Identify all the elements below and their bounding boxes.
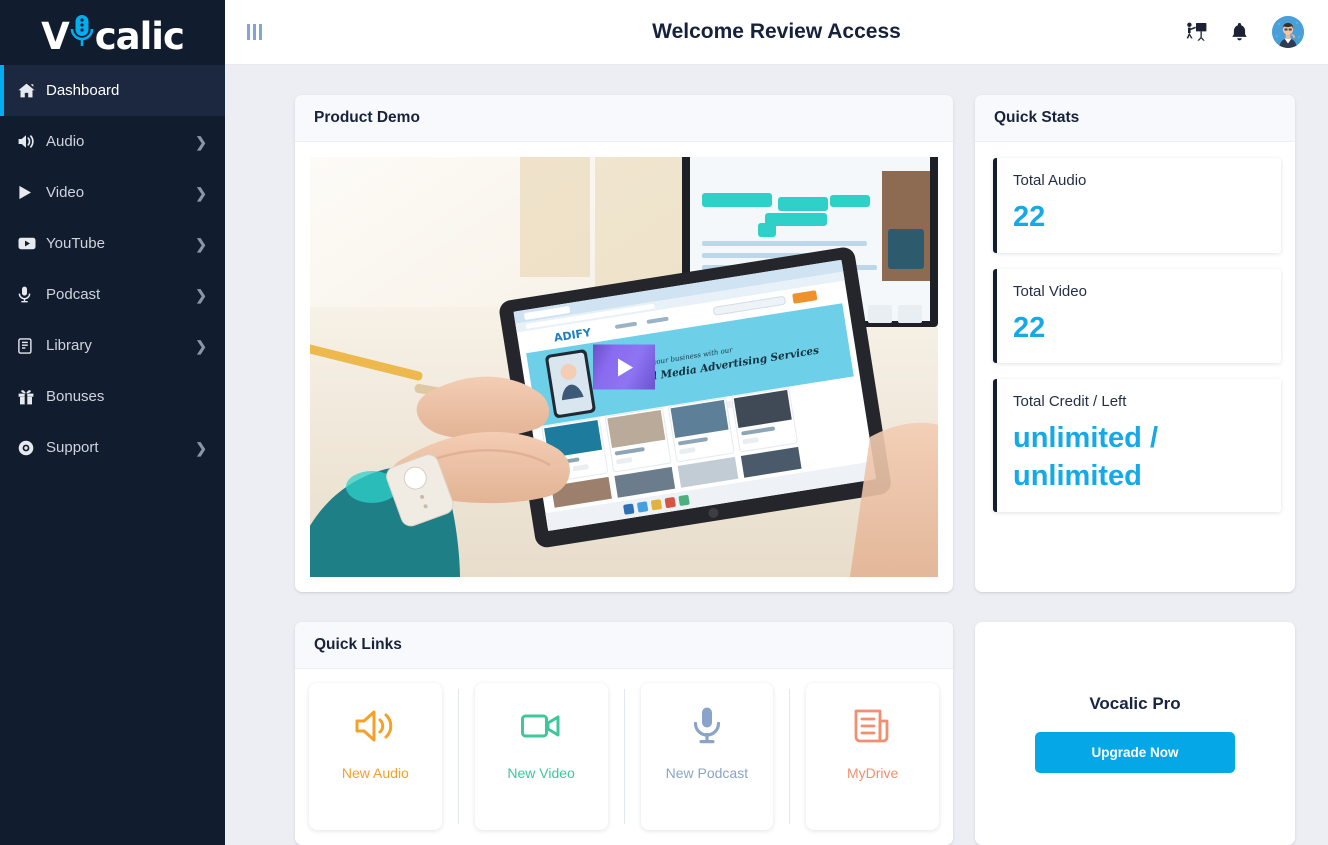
sidebar: V calic Dashboard Audio ❯ Video ❯ YouTub… xyxy=(0,0,225,845)
gift-icon xyxy=(18,388,38,406)
topbar-actions xyxy=(1185,16,1304,48)
chevron-right-icon: ❯ xyxy=(195,184,207,201)
newspaper-icon xyxy=(853,705,893,747)
logo-text-part2: calic xyxy=(94,14,185,58)
presentation-training-icon[interactable] xyxy=(1185,22,1207,42)
book-icon xyxy=(18,337,38,355)
stat-total-audio: Total Audio 22 xyxy=(993,158,1281,253)
upgrade-now-button[interactable]: Upgrade Now xyxy=(1035,732,1235,773)
app-root: V calic Dashboard Audio ❯ Video ❯ YouTub… xyxy=(0,0,1328,845)
divider xyxy=(457,689,459,824)
quick-links-list: New Audio New Video New Podcast MyDrive xyxy=(295,669,953,845)
stat-total-credit: Total Credit / Left unlimited / unlimite… xyxy=(993,379,1281,512)
chevron-right-icon: ❯ xyxy=(195,337,207,354)
chevron-right-icon: ❯ xyxy=(195,439,207,456)
sidebar-item-dashboard[interactable]: Dashboard xyxy=(0,65,225,116)
quick-link-label: MyDrive xyxy=(846,765,899,781)
stat-label: Total Video xyxy=(1013,282,1087,300)
sidebar-item-label: Support xyxy=(46,439,99,456)
stat-label: Total Audio xyxy=(1013,172,1087,189)
sidebar-item-bonuses[interactable]: Bonuses xyxy=(0,371,225,422)
stat-value: unlimited / unlimited xyxy=(1013,422,1158,493)
dashboard-content: Product Demo ADIFY Grow your business wi… xyxy=(225,65,1328,845)
logo-text-part1: V xyxy=(41,14,70,58)
sidebar-nav: Dashboard Audio ❯ Video ❯ YouTube ❯ Podc… xyxy=(0,65,225,473)
sidebar-item-library[interactable]: Library ❯ xyxy=(0,320,225,371)
sidebar-item-label: Bonuses xyxy=(46,388,105,405)
sidebar-item-label: Podcast xyxy=(46,286,101,303)
sidebar-item-youtube[interactable]: YouTube ❯ xyxy=(0,218,225,269)
sidebar-item-label: YouTube xyxy=(46,235,105,252)
sidebar-item-podcast[interactable]: Podcast ❯ xyxy=(0,269,225,320)
logo[interactable]: V calic xyxy=(0,0,225,65)
sidebar-item-label: Video xyxy=(46,184,85,201)
quick-link-new-video[interactable]: New Video xyxy=(474,683,608,830)
product-demo-video[interactable]: ADIFY Grow your business with our Social… xyxy=(310,157,938,577)
volume-up-icon xyxy=(354,705,396,747)
product-demo-title: Product Demo xyxy=(295,95,953,142)
microphone-icon xyxy=(69,11,95,49)
quick-stats-list: Total Audio 22 Total Video 22 Total Cred… xyxy=(975,142,1295,528)
sidebar-toggle-icon[interactable] xyxy=(247,21,269,43)
home-icon xyxy=(18,82,38,100)
sidebar-item-support[interactable]: Support ❯ xyxy=(0,422,225,473)
quick-link-new-podcast[interactable]: New Podcast xyxy=(640,683,774,830)
stat-value: 22 xyxy=(1013,311,1046,344)
stat-value: 22 xyxy=(1013,201,1046,233)
quick-link-mydrive[interactable]: MyDrive xyxy=(806,683,939,830)
main-area: Welcome Review Access Product Demo ADIFY… xyxy=(225,0,1328,845)
chevron-right-icon: ❯ xyxy=(195,286,207,303)
play-icon xyxy=(18,184,38,202)
stat-total-video: Total Video 22 xyxy=(993,268,1281,364)
sidebar-item-label: Dashboard xyxy=(46,82,120,99)
quick-link-label: New Podcast xyxy=(665,765,749,781)
microphone-icon xyxy=(692,705,722,747)
quick-stats-title: Quick Stats xyxy=(975,95,1295,142)
microphone-icon xyxy=(18,286,38,304)
sidebar-item-label: Library xyxy=(46,337,92,354)
user-avatar[interactable] xyxy=(1272,16,1304,48)
sidebar-item-label: Audio xyxy=(46,133,85,150)
quick-stats-card: Quick Stats Total Audio 22 Total Video 2… xyxy=(975,95,1295,592)
volume-up-icon xyxy=(18,133,38,151)
upgrade-card: Vocalic Pro Upgrade Now xyxy=(975,622,1295,845)
quick-link-new-audio[interactable]: New Audio xyxy=(309,683,442,830)
sidebar-item-audio[interactable]: Audio ❯ xyxy=(0,116,225,167)
video-camera-icon xyxy=(520,705,562,747)
chevron-right-icon: ❯ xyxy=(195,133,207,150)
youtube-icon xyxy=(18,235,38,253)
bell-icon[interactable] xyxy=(1231,22,1248,42)
play-button-icon[interactable] xyxy=(593,344,655,390)
quick-links-title: Quick Links xyxy=(295,622,953,669)
sidebar-item-video[interactable]: Video ❯ xyxy=(0,167,225,218)
page-title: Welcome Review Access xyxy=(652,20,901,43)
upgrade-title: Vocalic Pro xyxy=(1089,694,1181,713)
quick-link-label: New Audio xyxy=(341,765,409,781)
stat-label: Total Credit / Left xyxy=(1013,393,1127,411)
divider xyxy=(623,689,625,824)
divider xyxy=(789,689,791,824)
product-demo-card: Product Demo ADIFY Grow your business wi… xyxy=(295,95,953,592)
chevron-right-icon: ❯ xyxy=(195,235,207,252)
topbar: Welcome Review Access xyxy=(225,0,1328,65)
life-ring-icon xyxy=(18,439,38,457)
quick-links-card: Quick Links New Audio New Video New Podc… xyxy=(295,622,953,845)
quick-link-label: New Video xyxy=(507,765,575,781)
